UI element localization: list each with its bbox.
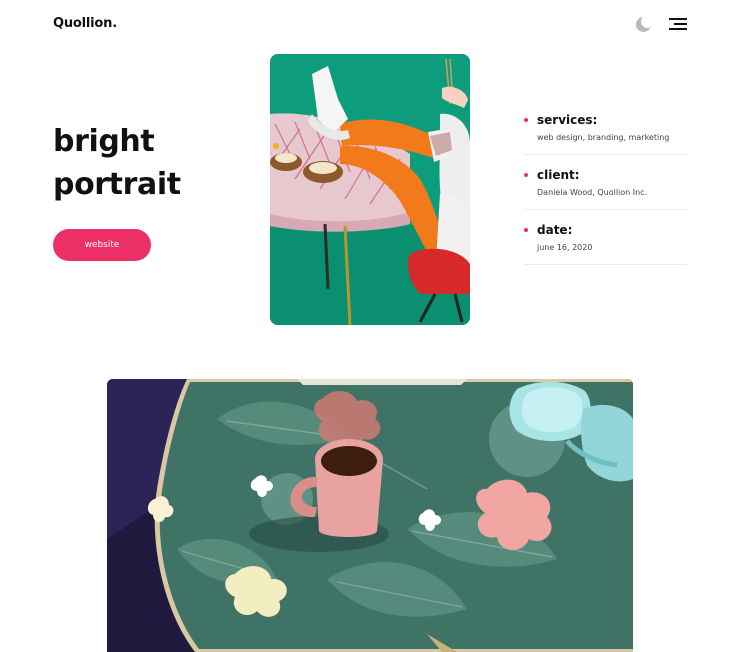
meta-value: Daniela Wood, Quollion Inc. <box>537 188 648 197</box>
hamburger-menu-icon[interactable] <box>669 17 687 31</box>
hero-illustration <box>270 54 470 325</box>
meta-label: client: <box>537 168 580 182</box>
table-illustration <box>107 379 633 652</box>
meta-label: date: <box>537 223 573 237</box>
meta-item-services: services: web design, branding, marketin… <box>524 100 687 155</box>
hero-portrait-image <box>270 54 470 325</box>
project-title-line-1: bright <box>53 124 155 159</box>
site-header: Quollion. <box>0 0 740 50</box>
project-meta-list: services: web design, branding, marketin… <box>524 100 687 265</box>
meta-item-date: date: june 16, 2020 <box>524 210 687 265</box>
meta-label: services: <box>537 113 598 127</box>
menu-line <box>669 18 687 20</box>
site-logo[interactable]: Quollion. <box>53 16 117 31</box>
menu-line <box>674 23 687 25</box>
project-title-line-2: portrait <box>53 167 181 202</box>
menu-line <box>669 28 687 30</box>
project-title: bright portrait <box>53 120 181 206</box>
table-coffee-image <box>107 379 633 652</box>
meta-value: june 16, 2020 <box>537 243 593 252</box>
moon-icon[interactable] <box>636 17 651 32</box>
website-button[interactable]: website <box>53 229 151 261</box>
meta-item-client: client: Daniela Wood, Quollion Inc. <box>524 155 687 210</box>
meta-value: web design, branding, marketing <box>537 133 670 142</box>
